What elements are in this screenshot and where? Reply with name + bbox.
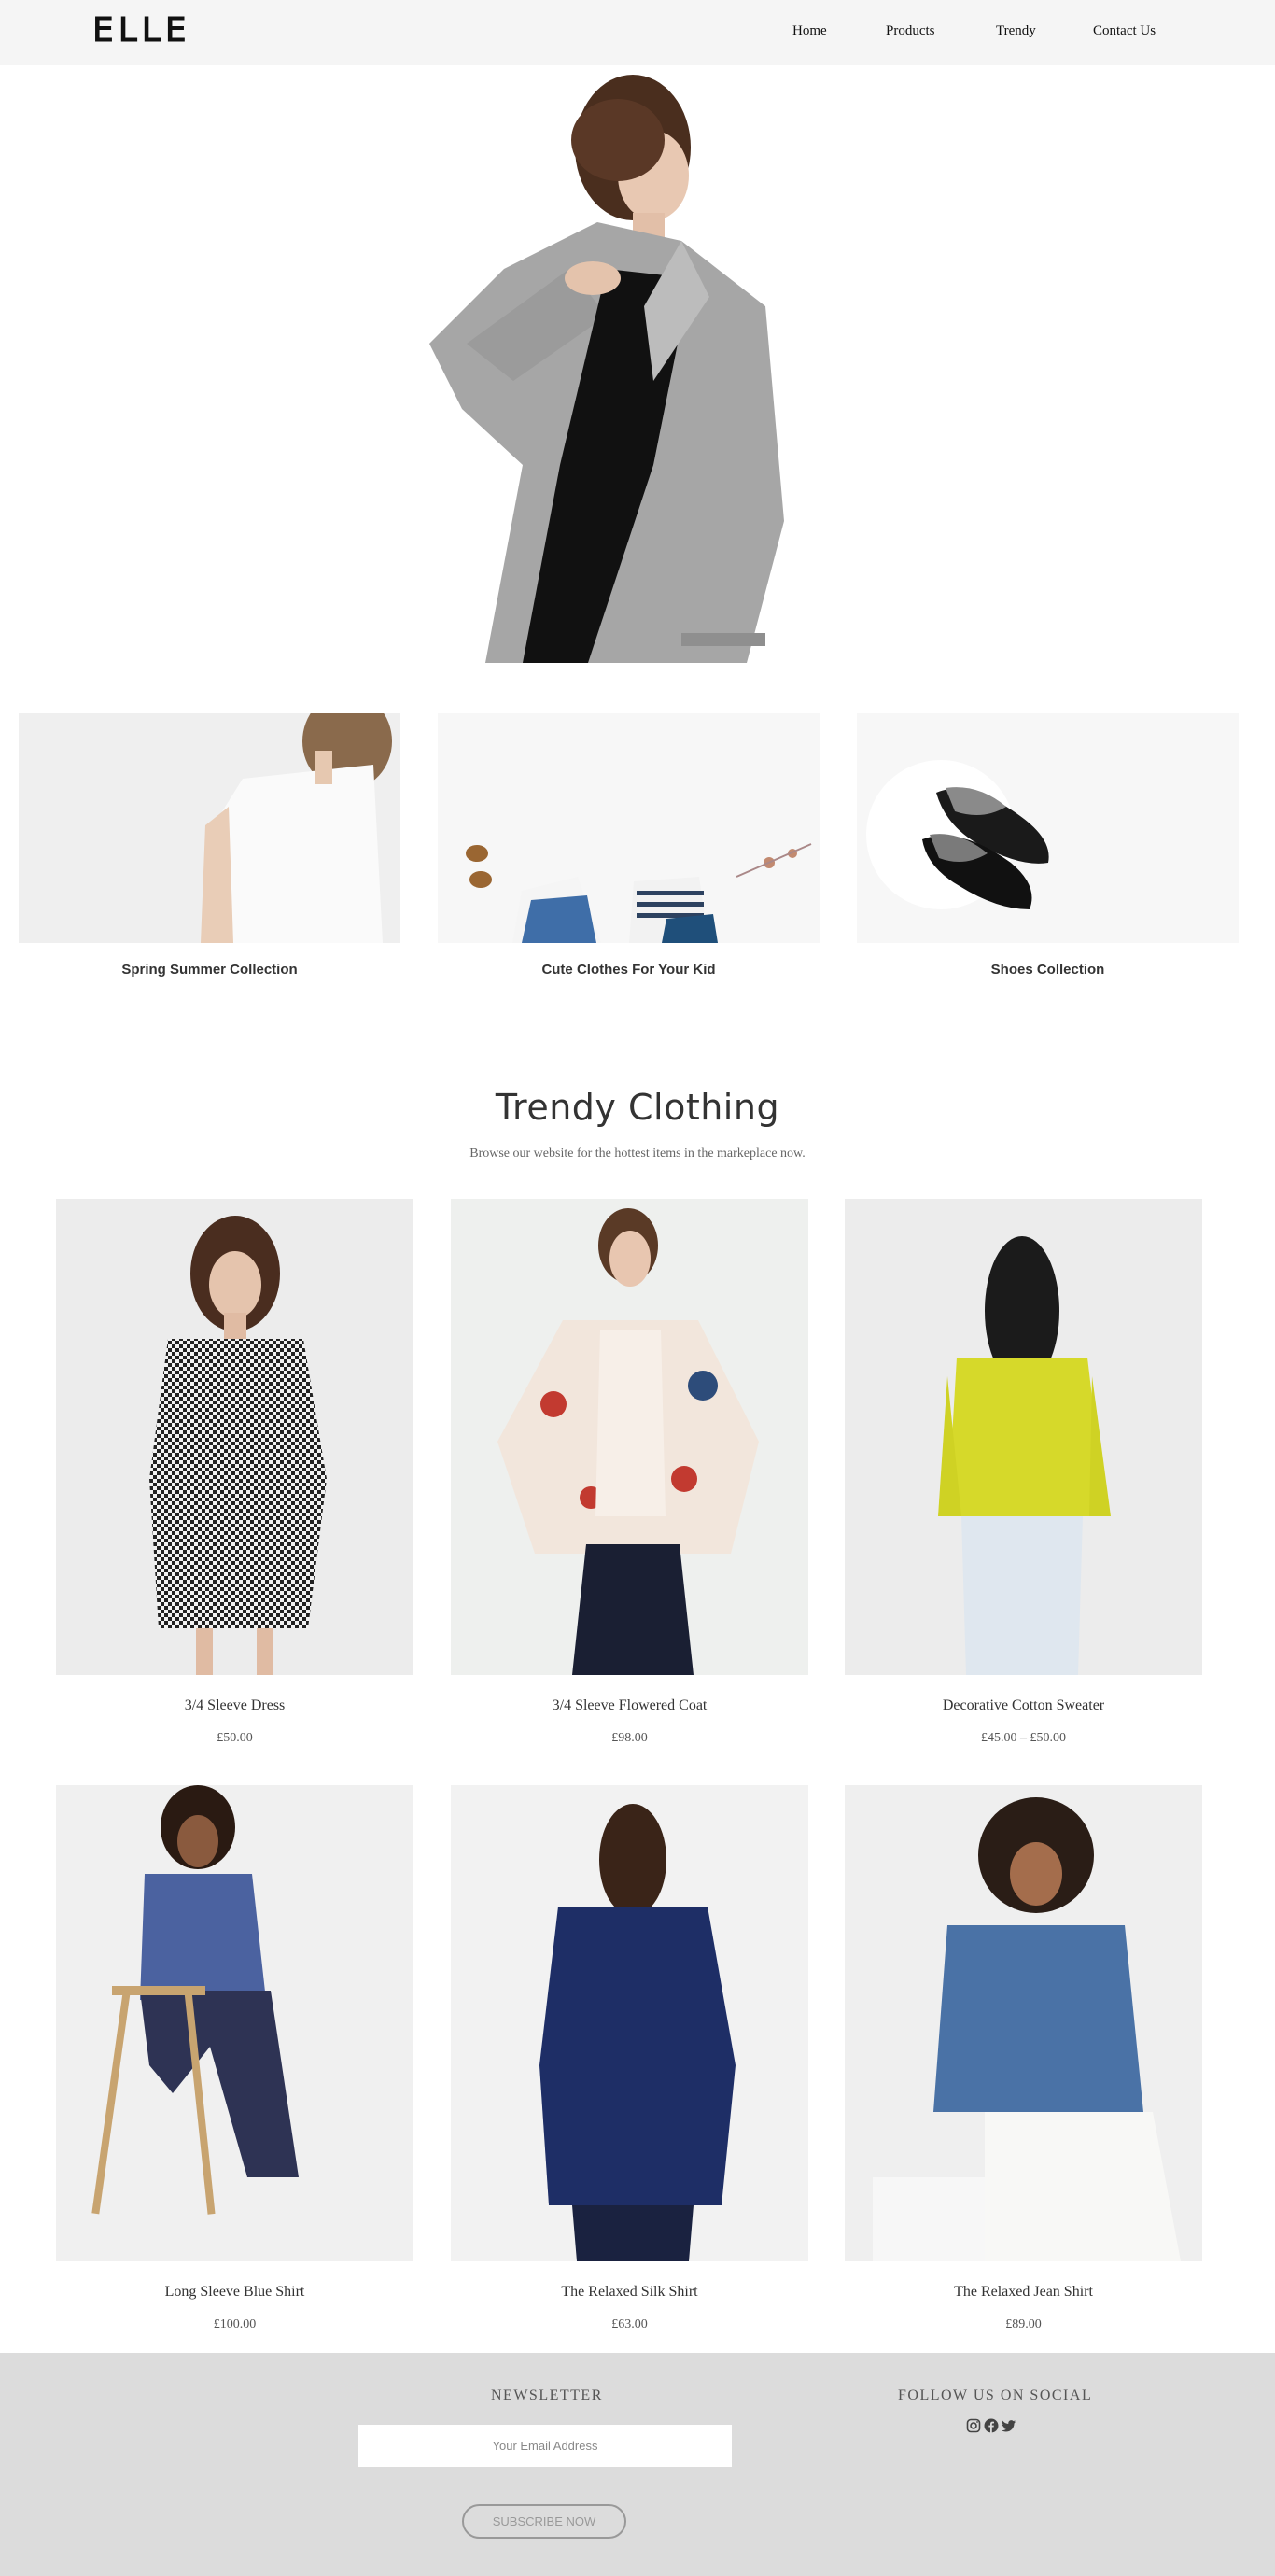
- hero-image: [373, 73, 896, 663]
- product-price: £45.00 – £50.00: [981, 1731, 1066, 1745]
- product-price: £89.00: [1005, 2317, 1042, 2331]
- product-name[interactable]: 3/4 Sleeve Dress: [56, 1697, 413, 1714]
- social-icons: [966, 2418, 1018, 2437]
- product-name[interactable]: Decorative Cotton Sweater: [845, 1697, 1202, 1714]
- category-card-kids[interactable]: [438, 713, 820, 943]
- category-label-spring-summer[interactable]: Spring Summer Collection: [19, 962, 400, 978]
- social-heading: FOLLOW US ON SOCIAL: [898, 2387, 1093, 2403]
- product-price: £98.00: [611, 1731, 648, 1745]
- nav-trendy[interactable]: Trendy: [996, 23, 1036, 39]
- twitter-icon[interactable]: [1002, 2418, 1016, 2433]
- instagram-icon[interactable]: [966, 2418, 981, 2433]
- product-image[interactable]: [845, 1199, 1202, 1675]
- product-price: £50.00: [217, 1731, 253, 1745]
- section-subtitle: Browse our website for the hottest items…: [469, 1147, 806, 1161]
- category-card-shoes[interactable]: [857, 713, 1239, 943]
- product-image[interactable]: [845, 1785, 1202, 2261]
- site-header: ELLE Home Products Trendy Contact Us: [0, 0, 1275, 65]
- category-card-spring-summer[interactable]: [19, 713, 400, 943]
- product-image[interactable]: [451, 1199, 808, 1675]
- nav-contact-us[interactable]: Contact Us: [1093, 23, 1156, 39]
- nav-home[interactable]: Home: [792, 23, 827, 39]
- product-price: £63.00: [611, 2317, 648, 2331]
- main-nav: Home Products Trendy Contact Us: [0, 23, 1275, 44]
- product-name[interactable]: The Relaxed Silk Shirt: [451, 2284, 808, 2301]
- email-input[interactable]: [358, 2425, 732, 2467]
- product-image[interactable]: [56, 1199, 413, 1675]
- facebook-icon[interactable]: [984, 2418, 999, 2433]
- subscribe-button[interactable]: SUBSCRIBE NOW: [462, 2504, 626, 2539]
- product-image[interactable]: [56, 1785, 413, 2261]
- product-image[interactable]: [451, 1785, 808, 2261]
- nav-products[interactable]: Products: [886, 23, 935, 39]
- category-label-shoes[interactable]: Shoes Collection: [857, 962, 1239, 978]
- product-name[interactable]: 3/4 Sleeve Flowered Coat: [451, 1697, 808, 1714]
- newsletter-heading: NEWSLETTER: [491, 2387, 603, 2403]
- category-label-kids[interactable]: Cute Clothes For Your Kid: [438, 962, 820, 978]
- product-name[interactable]: The Relaxed Jean Shirt: [845, 2284, 1202, 2301]
- section-title: Trendy Clothing: [495, 1087, 780, 1128]
- product-name[interactable]: Long Sleeve Blue Shirt: [56, 2284, 413, 2301]
- product-price: £100.00: [213, 2317, 257, 2331]
- site-footer: NEWSLETTER SUBSCRIBE NOW FOLLOW US ON SO…: [0, 2353, 1275, 2576]
